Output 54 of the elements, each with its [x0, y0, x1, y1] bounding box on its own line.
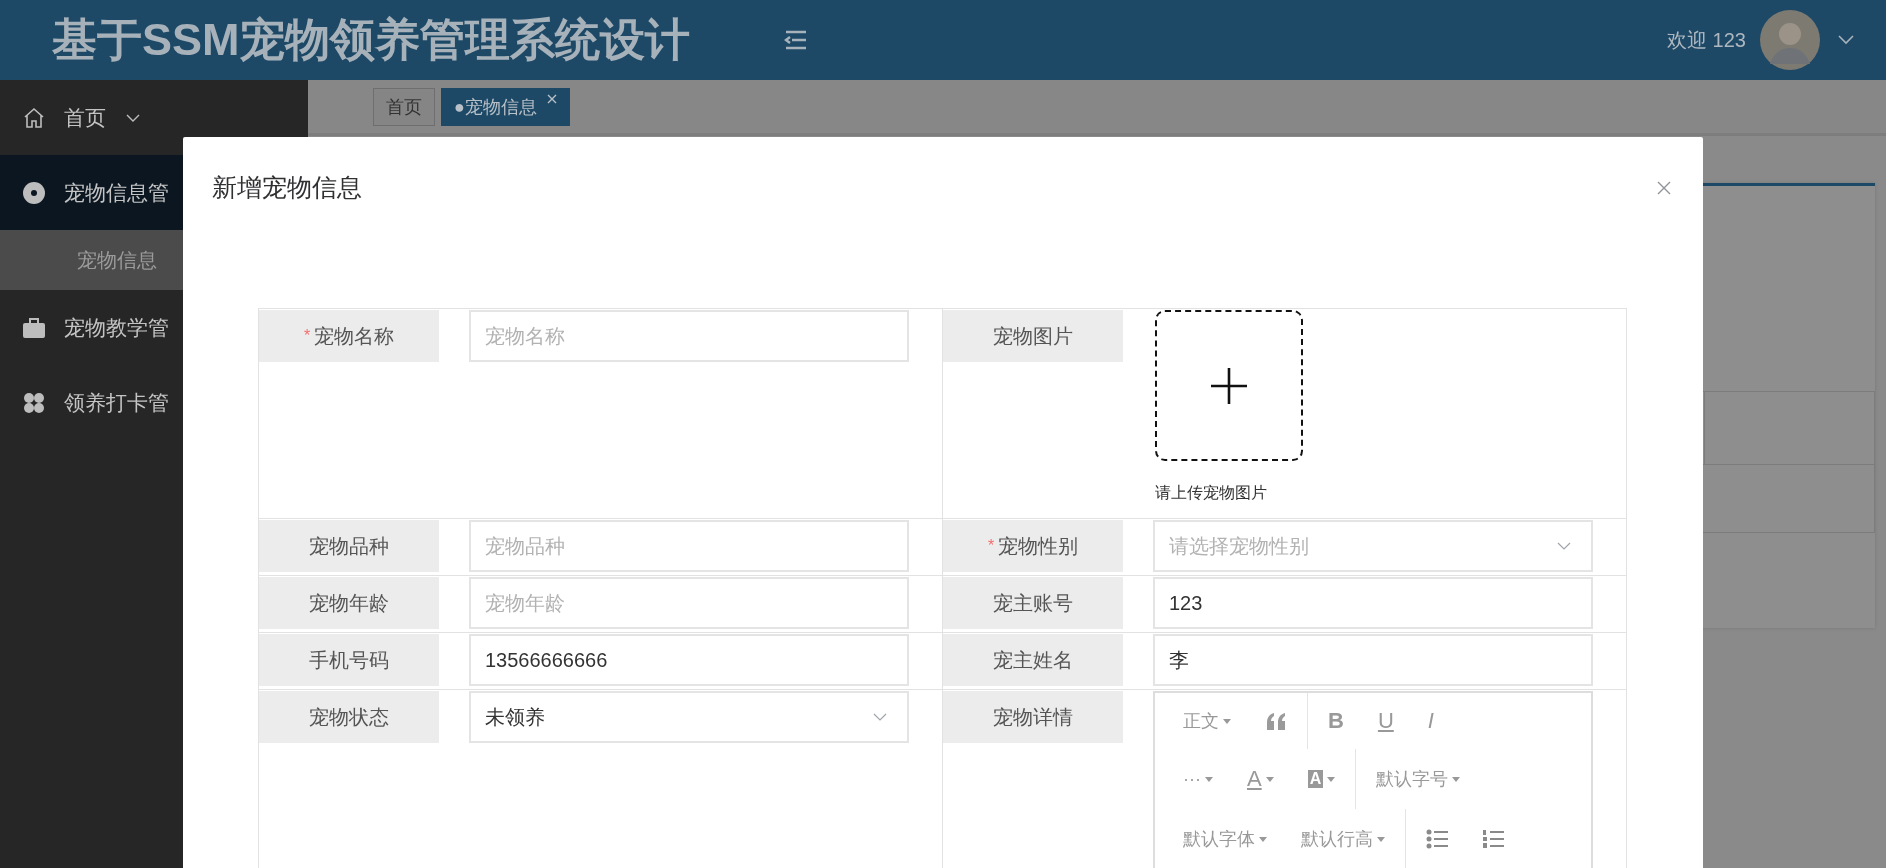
label-text: 宠主姓名 — [993, 647, 1073, 673]
select-field[interactable]: 未领养 — [469, 691, 909, 743]
sidebar-item[interactable]: 领养打卡管 — [0, 365, 308, 440]
numbered-list-icon[interactable] — [1482, 829, 1504, 849]
label-text: 宠物图片 — [993, 323, 1073, 349]
toolbar-more-button[interactable]: ··· — [1183, 768, 1213, 790]
label-text: 宠物状态 — [309, 704, 389, 730]
toolbar-dropdown[interactable]: 正文 — [1183, 709, 1231, 733]
label-text: 宠物详情 — [993, 704, 1073, 730]
tab[interactable]: 首页 — [373, 87, 435, 126]
disc-icon — [22, 180, 46, 205]
label-text: 宠物性别 — [998, 533, 1079, 559]
sidebar-item[interactable]: 首页 — [0, 80, 308, 155]
close-icon[interactable] — [546, 93, 557, 104]
tab[interactable]: ●宠物信息 — [441, 87, 570, 126]
close-icon[interactable] — [1657, 180, 1671, 195]
quote-icon[interactable] — [1265, 712, 1287, 730]
clover-icon — [22, 390, 46, 415]
input-field[interactable]: 宠物年龄 — [469, 577, 909, 629]
welcome-text: 欢迎 123 — [1667, 27, 1746, 53]
upload-button[interactable] — [1155, 310, 1303, 461]
bold-button[interactable]: B — [1328, 708, 1344, 734]
underline-button[interactable]: U — [1377, 708, 1394, 734]
chevron-down-icon — [1557, 542, 1571, 550]
rich-text-editor[interactable]: 正文 B U I ··· A A 默认字号 默认字体 默认行高 — [1153, 691, 1593, 868]
toolbar-dropdown[interactable]: 默认行高 — [1301, 827, 1385, 851]
required-mark: * — [987, 537, 995, 555]
input-field[interactable]: 李 — [1153, 634, 1593, 686]
case-icon — [22, 315, 46, 340]
input-field[interactable]: 宠物品种 — [469, 520, 909, 572]
toolbar-dropdown[interactable]: 默认字号 — [1376, 767, 1461, 791]
chevron-icon — [126, 113, 140, 122]
toolbar-dropdown[interactable]: 默认字体 — [1183, 827, 1267, 851]
chevron-down-icon[interactable] — [1838, 35, 1854, 45]
font-color-button[interactable]: A — [1247, 766, 1274, 792]
input-field[interactable]: 13566666666 — [469, 634, 909, 686]
italic-button[interactable]: I — [1427, 708, 1434, 734]
avatar-icon[interactable] — [1760, 10, 1820, 70]
menu-icon[interactable] — [783, 30, 808, 50]
plus-icon — [1209, 365, 1249, 406]
label-text: 宠主账号 — [993, 590, 1073, 616]
required-mark: * — [303, 327, 311, 345]
upload-hint: 请上传宠物图片 — [1155, 483, 1268, 503]
label-text: 宠物品种 — [309, 533, 389, 559]
label-text: 手机号码 — [309, 647, 389, 673]
label-text: 宠物年龄 — [309, 590, 389, 616]
input-field[interactable]: 123 — [1153, 577, 1593, 629]
chevron-down-icon — [873, 713, 887, 721]
home-icon — [22, 105, 46, 130]
input-field[interactable]: 宠物名称 — [469, 310, 909, 362]
bullet-list-icon[interactable] — [1426, 829, 1448, 849]
select-field[interactable]: 请选择宠物性别 — [1153, 520, 1593, 572]
app-title: 基于SSM宠物领养管理系统设计 — [52, 13, 690, 67]
label-text: 宠物名称 — [314, 323, 395, 349]
